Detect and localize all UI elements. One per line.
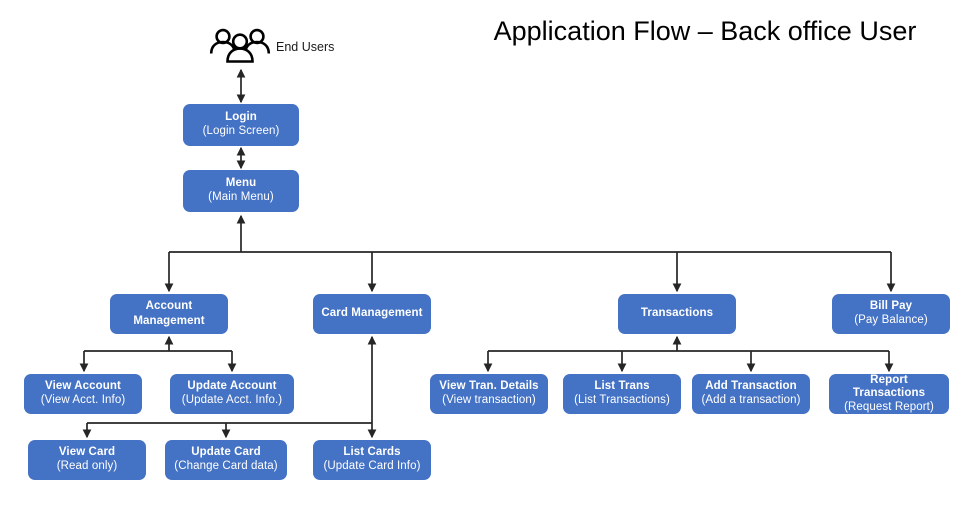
node-report-transactions-subtitle: (Request Report) [844,400,934,413]
node-view-card-subtitle: (Read only) [56,460,118,472]
node-view-account-subtitle: (View Acct. Info) [40,394,126,406]
node-login-subtitle: (Login Screen) [202,125,280,137]
node-view-account[interactable]: View Account (View Acct. Info) [24,374,142,414]
end-users-label: End Users [276,40,335,54]
node-update-account[interactable]: Update Account (Update Acct. Info.) [170,374,294,414]
node-menu[interactable]: Menu (Main Menu) [183,170,299,212]
node-card-management-title: Card Management [321,307,423,320]
node-update-card-subtitle: (Change Card data) [174,460,278,472]
node-report-transactions[interactable]: Report Transactions (Request Report) [829,374,949,414]
node-menu-title: Menu [225,177,257,190]
node-view-account-title: View Account [45,380,121,393]
node-list-trans-subtitle: (List Transactions) [574,394,670,406]
node-list-trans-title: List Trans [594,380,650,393]
connector-layer [79,68,896,439]
node-view-card-title: View Card [58,446,116,459]
node-view-tran-details[interactable]: View Tran. Details (View transaction) [430,374,548,414]
node-login[interactable]: Login (Login Screen) [183,104,299,146]
node-view-card[interactable]: View Card (Read only) [28,440,146,480]
node-add-transaction[interactable]: Add Transaction (Add a transaction) [692,374,810,414]
node-bill-pay-title: Bill Pay [869,300,913,313]
node-update-card-title: Update Card [191,446,261,459]
node-view-tran-details-subtitle: (View transaction) [442,394,536,406]
node-menu-subtitle: (Main Menu) [208,191,274,203]
node-add-transaction-subtitle: (Add a transaction) [701,394,801,406]
node-account-management-title: Account Management [133,300,205,327]
node-view-tran-details-title: View Tran. Details [439,380,539,393]
node-list-trans[interactable]: List Trans (List Transactions) [563,374,681,414]
node-list-cards-title: List Cards [343,446,401,459]
node-bill-pay-subtitle: (Pay Balance) [854,314,928,326]
node-list-cards-subtitle: (Update Card Info) [323,460,421,472]
node-card-management[interactable]: Card Management [313,294,431,334]
node-account-management[interactable]: Account Management [110,294,228,334]
node-add-transaction-title: Add Transaction [705,380,797,393]
node-report-transactions-title: Report Transactions [852,373,926,400]
node-list-cards[interactable]: List Cards (Update Card Info) [313,440,431,480]
node-update-account-title: Update Account [187,380,277,393]
node-transactions-title: Transactions [640,307,714,320]
node-login-title: Login [225,111,257,124]
node-bill-pay[interactable]: Bill Pay (Pay Balance) [832,294,950,334]
node-update-account-subtitle: (Update Acct. Info.) [181,394,283,406]
page-title: Application Flow – Back office User [493,16,917,46]
node-update-card[interactable]: Update Card (Change Card data) [165,440,287,480]
node-transactions[interactable]: Transactions [618,294,736,334]
users-group-icon [208,27,274,65]
diagram-canvas: Application Flow – Back office User End … [0,0,977,514]
